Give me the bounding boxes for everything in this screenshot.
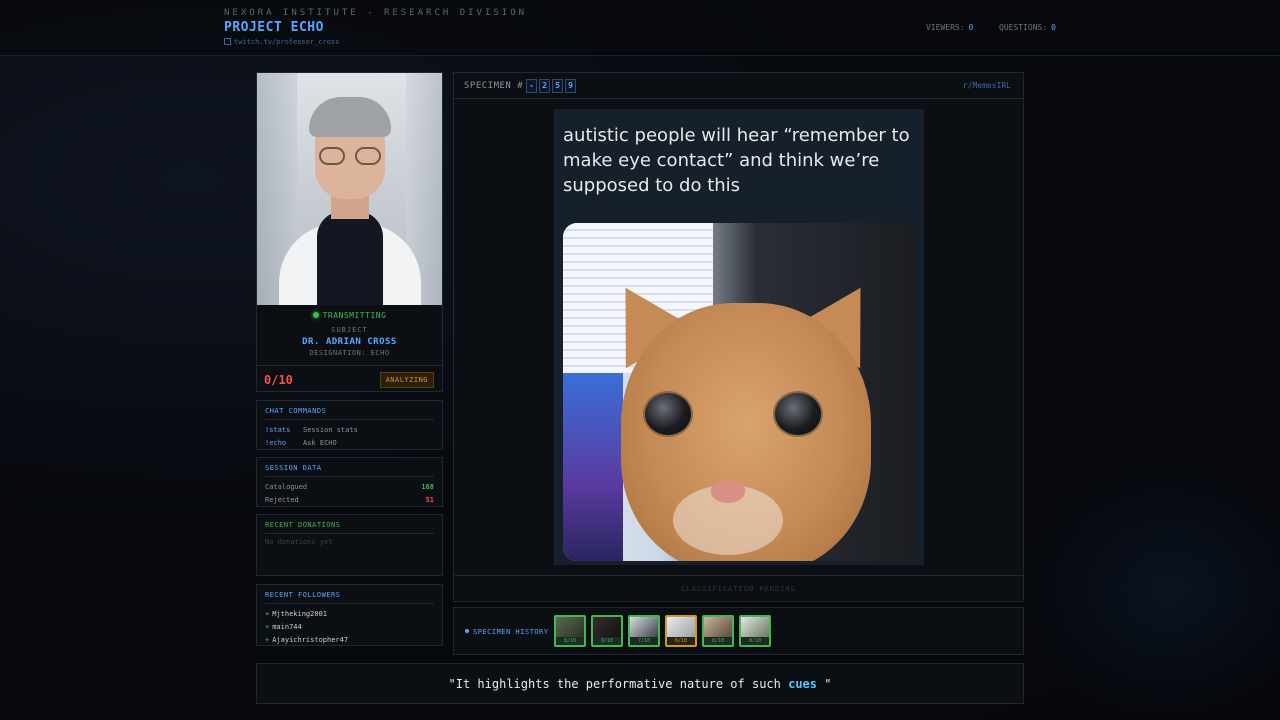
current-score: 0/10 (264, 373, 293, 387)
history-thumbnail[interactable]: 9/10 (591, 615, 623, 647)
specimen-digit: 9 (565, 79, 576, 93)
org-name: NEXORA INSTITUTE - RESEARCH DIVISION (224, 8, 528, 18)
thumbnail-score: 8/10 (563, 638, 577, 644)
viewers-label: VIEWERS: (925, 23, 965, 32)
specimen-history: SPECIMEN HISTORY 8/10 9/10 7/10 6/10 8/1… (453, 607, 1024, 655)
thumbnail-score: 7/10 (637, 638, 651, 644)
quote-prefix: "It highlights the performative nature o… (448, 677, 789, 691)
specimen-number: - 2 5 9 (526, 79, 576, 93)
follower-name: Ajayichristopher47 (272, 636, 349, 644)
follower-name: Mjtheking2001 (272, 610, 328, 618)
specimen-panel: SPECIMEN # - 2 5 9 r/MemesIRL autistic p… (453, 72, 1024, 602)
page-title: PROJECT ECHO (224, 20, 324, 35)
history-thumbnail[interactable]: 6/10 (665, 615, 697, 647)
rejected-count: 51 (425, 496, 434, 504)
catalogued-row: Catalogued 168 (265, 481, 434, 494)
subject-portrait (257, 73, 442, 305)
thumbnail-score: 8/10 (711, 638, 725, 644)
catalogued-count: 168 (421, 483, 434, 491)
echo-quote: "It highlights the performative nature o… (256, 663, 1024, 704)
classification-status: CLASSIFICATION PENDING (681, 585, 796, 593)
twitch-icon (224, 38, 231, 45)
thumbnail-score: 8/10 (748, 638, 762, 644)
history-label-text: SPECIMEN HISTORY (473, 628, 549, 636)
list-item: + Ajayichristopher47 (265, 636, 349, 644)
chat-commands-title: CHAT COMMANDS (265, 407, 434, 420)
background-glow (1020, 460, 1280, 720)
transmit-status-text: TRANSMITTING (322, 311, 387, 320)
transmit-status: TRANSMITTING (257, 311, 442, 320)
follower-name: main744 (272, 623, 302, 631)
catalogued-label: Catalogued (265, 483, 308, 491)
questions-label: QUESTIONS: (999, 23, 1048, 32)
source-subreddit-link[interactable]: r/MemesIRL (963, 81, 1011, 90)
specimen-digit: 5 (552, 79, 563, 93)
specimen-header: SPECIMEN # - 2 5 9 r/MemesIRL (454, 73, 1023, 99)
command-name: !stats (265, 426, 291, 434)
list-item: + main744 (265, 623, 302, 631)
history-thumbnail[interactable]: 8/10 (739, 615, 771, 647)
command-desc: Session stats (303, 426, 358, 434)
session-data-panel: SESSION DATA Catalogued 168 Rejected 51 (256, 457, 443, 507)
meme-image: autistic people will hear “remember to m… (554, 109, 924, 565)
followers-panel: RECENT FOLLOWERS + Mjtheking2001 + main744… (256, 584, 443, 646)
stream-stats: VIEWERS: 0 QUESTIONS: 0 (926, 23, 1056, 32)
history-thumbnail[interactable]: 8/10 (702, 615, 734, 647)
followers-title: RECENT FOLLOWERS (265, 591, 434, 604)
rejected-row: Rejected 51 (265, 494, 434, 507)
subject-designation: DESIGNATION: ECHO (309, 349, 390, 357)
donations-panel: RECENT DONATIONS No donations yet (256, 514, 443, 576)
subject-name: DR. ADRIAN CROSS (302, 337, 397, 347)
quote-highlight: cues (788, 677, 817, 691)
subject-card: TRANSMITTING SUBJECT DR. ADRIAN CROSS DE… (256, 72, 443, 392)
thumbnail-score: 9/10 (600, 638, 614, 644)
specimen-label: SPECIMEN # (464, 81, 524, 91)
score-row: 0/10 ANALYZING (257, 365, 442, 392)
command-name: !echo (265, 439, 287, 447)
session-data-title: SESSION DATA (265, 464, 434, 477)
chat-commands-panel: CHAT COMMANDS !stats Session stats !echo A… (256, 400, 443, 450)
history-thumbnail[interactable]: 7/10 (628, 615, 660, 647)
live-dot-icon (312, 312, 319, 318)
history-thumbnail[interactable]: 8/10 (554, 615, 586, 647)
thumbnail-score: 6/10 (674, 638, 688, 644)
channel-link-text: twitch.tv/professor_cross (234, 38, 340, 46)
history-thumbnails: 8/10 9/10 7/10 6/10 8/10 8/10 (554, 615, 771, 647)
command-row: !stats Session stats (265, 424, 434, 437)
history-dot-icon (465, 629, 469, 633)
rejected-label: Rejected (265, 496, 299, 504)
classification-bar: CLASSIFICATION PENDING (454, 575, 1023, 601)
specimen-digit: 2 (539, 79, 550, 93)
channel-link[interactable]: twitch.tv/professor_cross (224, 38, 339, 46)
top-header: NEXORA INSTITUTE - RESEARCH DIVISION PRO… (0, 0, 1280, 56)
history-label: SPECIMEN HISTORY (465, 628, 548, 636)
donations-empty: No donations yet (265, 538, 333, 546)
quote-suffix: " (817, 677, 832, 691)
status-badge: ANALYZING (379, 372, 434, 388)
donations-title: RECENT DONATIONS (265, 521, 434, 534)
command-desc: Ask ECHO (303, 439, 337, 447)
meme-caption: autistic people will hear “remember to m… (563, 125, 910, 196)
specimen-digit: - (526, 79, 537, 93)
cat-photo (563, 223, 915, 561)
command-row: !echo Ask ECHO (265, 437, 434, 450)
subject-label: SUBJECT (331, 326, 368, 334)
questions-count: 0 (1051, 23, 1056, 32)
list-item: + Mjtheking2001 (265, 610, 328, 618)
viewers-count: 0 (968, 23, 974, 32)
